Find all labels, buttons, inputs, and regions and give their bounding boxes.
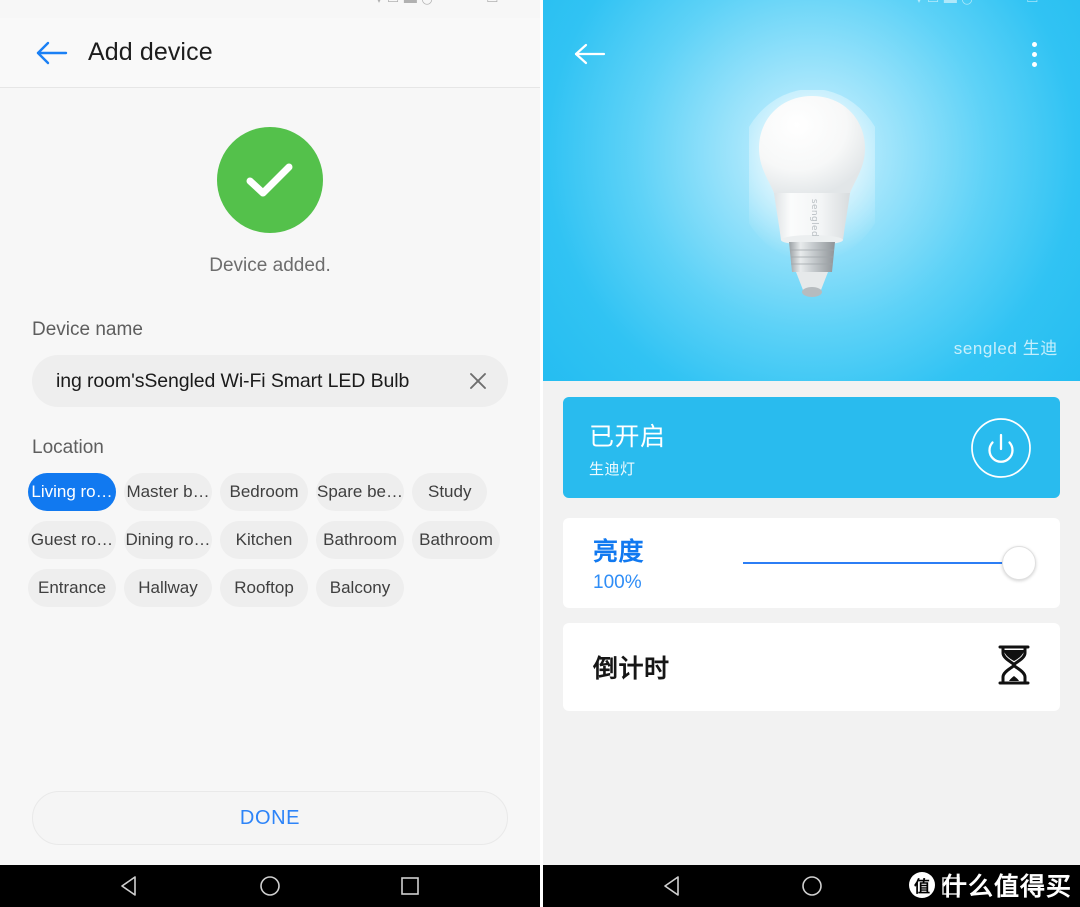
left-content: Device added. Device name Location Livin… [0, 89, 540, 865]
brightness-slider[interactable] [743, 543, 1036, 583]
power-state-label: 已开启 [589, 422, 666, 451]
nav-home-icon[interactable] [789, 865, 835, 907]
right-status-bar-icons: ▾ ▭ ▬ ◡ ⋯ ⋯⋯ ▭ ⋯⋯ [916, 0, 1070, 7]
location-chip-living-room[interactable]: Living ro… [28, 473, 116, 511]
left-app-header: Add device [0, 18, 540, 88]
left-phone-panel: ▾ ▭ ▬ ◡ ⋯ ⋯⋯ ▭ ⋯⋯ Add device Device adde… [0, 0, 540, 907]
brightness-slider-thumb[interactable] [1002, 546, 1036, 580]
location-chip-bedroom[interactable]: Bedroom [220, 473, 308, 511]
location-chip-bathroom-2[interactable]: Bathroom [412, 521, 500, 559]
right-top-bar [543, 18, 1080, 90]
location-chip-rooftop[interactable]: Rooftop [220, 569, 308, 607]
site-watermark: 值 什么值得买 [908, 867, 1072, 903]
back-arrow-icon[interactable] [24, 29, 80, 77]
sengled-watermark: sengled 生迪 [953, 339, 1058, 358]
brightness-value: 100% [593, 572, 642, 593]
power-icon[interactable] [970, 417, 1032, 479]
check-circle-icon [217, 127, 323, 233]
watermark-text: 什么值得买 [941, 872, 1072, 901]
brightness-slider-track [743, 562, 1014, 564]
brightness-card-texts: 亮度 100% [593, 532, 713, 594]
product-hero: ▾ ▭ ▬ ◡ ⋯ ⋯⋯ ▭ ⋯⋯ [543, 0, 1080, 381]
back-arrow-icon[interactable] [573, 41, 609, 67]
location-chip-dining-room[interactable]: Dining ro… [124, 521, 212, 559]
device-name-label: Device name [32, 319, 143, 340]
location-chip-entrance[interactable]: Entrance [28, 569, 116, 607]
location-label: Location [32, 437, 104, 458]
done-button[interactable]: DONE [32, 791, 508, 845]
left-status-bar: ▾ ▭ ▬ ◡ ⋯ ⋯⋯ ▭ ⋯⋯ [0, 0, 540, 18]
svg-text:sengled: sengled [809, 199, 819, 237]
close-icon[interactable] [458, 361, 498, 401]
brightness-card: 亮度 100% [563, 518, 1060, 608]
device-name-label: 生迪灯 [589, 460, 636, 478]
device-name-input[interactable] [56, 369, 458, 393]
right-phone-panel: ▾ ▭ ▬ ◡ ⋯ ⋯⋯ ▭ ⋯⋯ [543, 0, 1080, 907]
left-android-nav-bar [0, 865, 540, 907]
location-chip-master-bedroom[interactable]: Master b… [124, 473, 212, 511]
more-vertical-icon[interactable] [1014, 30, 1054, 78]
led-bulb-image: sengled [748, 90, 875, 297]
screenshot-root: ▾ ▭ ▬ ◡ ⋯ ⋯⋯ ▭ ⋯⋯ Add device Device adde… [0, 0, 1080, 907]
location-chip-spare-bedroom[interactable]: Spare be… [316, 473, 404, 511]
countdown-timer-card[interactable]: 倒计时 [563, 623, 1060, 711]
brightness-label: 亮度 [593, 538, 645, 566]
hourglass-icon [994, 643, 1034, 692]
left-status-bar-icons: ▾ ▭ ▬ ◡ ⋯ ⋯⋯ ▭ ⋯⋯ [376, 0, 530, 7]
power-card[interactable]: 已开启 生迪灯 [563, 397, 1060, 498]
location-chip-group: Living ro… Master b… Bedroom Spare be… S… [28, 473, 512, 607]
device-added-status: Device added. [0, 127, 540, 277]
countdown-label: 倒计时 [593, 655, 670, 683]
power-card-texts: 已开启 生迪灯 [589, 417, 666, 479]
success-message: Device added. [209, 255, 331, 276]
location-chip-bathroom-1[interactable]: Bathroom [316, 521, 404, 559]
location-chip-kitchen[interactable]: Kitchen [220, 521, 308, 559]
nav-back-icon[interactable] [650, 865, 696, 907]
location-chip-balcony[interactable]: Balcony [316, 569, 404, 607]
nav-home-icon[interactable] [247, 865, 293, 907]
location-chip-hallway[interactable]: Hallway [124, 569, 212, 607]
page-title: Add device [88, 38, 213, 66]
right-status-bar: ▾ ▭ ▬ ◡ ⋯ ⋯⋯ ▭ ⋯⋯ [543, 0, 1080, 18]
nav-back-icon[interactable] [107, 865, 153, 907]
location-chip-study[interactable]: Study [412, 473, 488, 511]
location-chip-guest-room[interactable]: Guest ro… [28, 521, 116, 559]
device-name-field[interactable] [32, 355, 508, 407]
nav-recents-icon[interactable] [387, 865, 433, 907]
watermark-logo: 值 [908, 872, 935, 898]
